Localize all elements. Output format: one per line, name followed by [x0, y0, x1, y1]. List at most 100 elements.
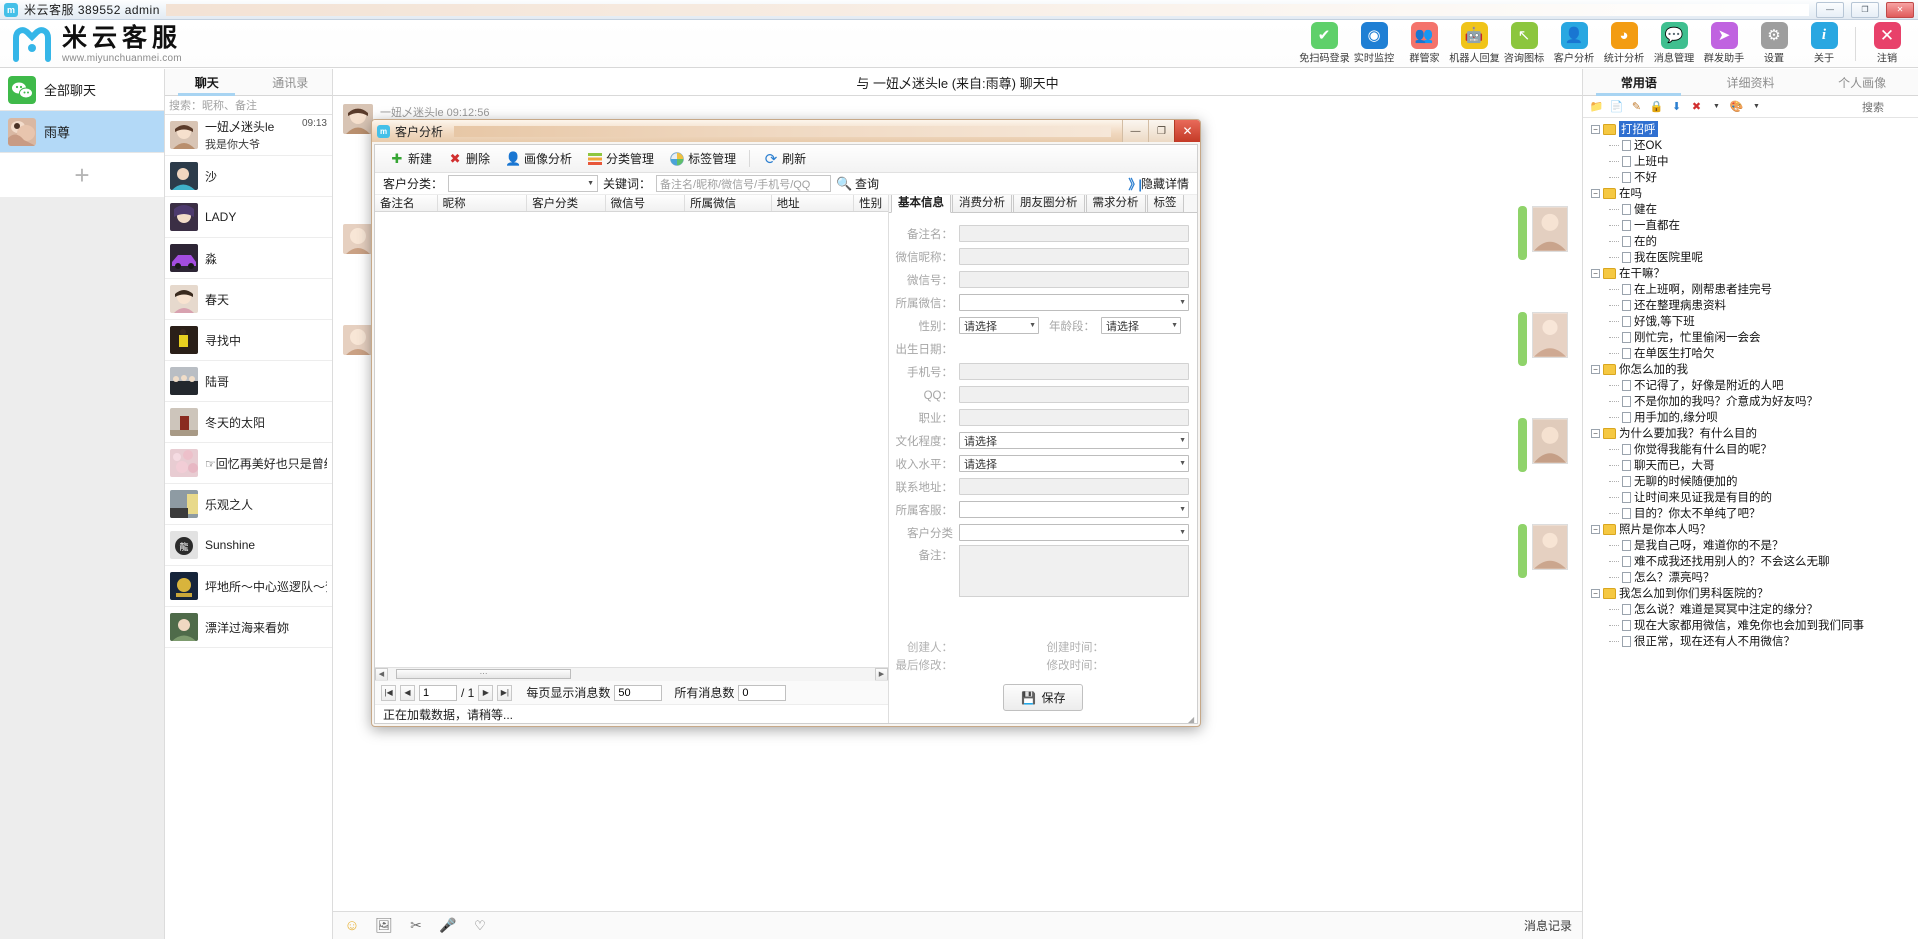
- column-header-address[interactable]: 地址: [772, 195, 855, 211]
- tree-item[interactable]: 还OK: [1609, 137, 1918, 153]
- column-header-nickname[interactable]: 昵称: [438, 195, 527, 211]
- quick-reply-search-label[interactable]: 搜索: [1862, 99, 1912, 115]
- age-range-select[interactable]: 请选择▼: [1101, 317, 1181, 334]
- list-item[interactable]: 寻找中: [165, 320, 332, 361]
- per-page-input[interactable]: 50: [614, 685, 662, 701]
- tree-group[interactable]: − 打招呼: [1591, 121, 1918, 137]
- birthdate-input[interactable]: [959, 340, 1189, 357]
- edit-pencil-icon[interactable]: ✎: [1629, 99, 1644, 114]
- toolbar-item-statistics[interactable]: ◕ 统计分析: [1599, 22, 1649, 66]
- tree-item[interactable]: 上班中: [1609, 153, 1918, 169]
- tree-group[interactable]: − 我怎么加到你们男科医院的？: [1591, 585, 1918, 601]
- add-doc-icon[interactable]: 📄: [1609, 99, 1624, 114]
- tab-demand-analysis[interactable]: 需求分析: [1086, 192, 1146, 212]
- tab-detail-info[interactable]: 详细资料: [1695, 69, 1807, 95]
- emoji-icon[interactable]: ☺: [343, 917, 361, 935]
- tree-item[interactable]: 在上班啊，刚帮患者挂完号: [1609, 281, 1918, 297]
- microphone-icon[interactable]: 🎤: [439, 917, 457, 935]
- education-select[interactable]: 请选择▼: [959, 432, 1189, 449]
- list-item[interactable]: 沙: [165, 156, 332, 197]
- tree-item[interactable]: 不记得了，好像是附近的人吧: [1609, 377, 1918, 393]
- scissors-icon[interactable]: ✂: [407, 917, 425, 935]
- contact-address-input[interactable]: [959, 478, 1189, 495]
- tree-item[interactable]: 用手加的,缘分呗: [1609, 409, 1918, 425]
- scroll-thumb[interactable]: ⋯: [396, 669, 571, 679]
- sidebar-item-account-yuzun[interactable]: 雨尊: [0, 111, 164, 153]
- scroll-track[interactable]: ⋯: [388, 668, 875, 681]
- chevron-down-icon[interactable]: ▼: [1709, 99, 1724, 114]
- message-image[interactable]: [1532, 524, 1568, 570]
- customer-category-select[interactable]: ▼: [959, 524, 1189, 541]
- tree-item[interactable]: 现在大家都用微信，难免你也会加到我们同事: [1609, 617, 1918, 633]
- tree-item[interactable]: 在单医生打哈欠: [1609, 345, 1918, 361]
- message-log-button[interactable]: 消息记录: [1524, 917, 1572, 934]
- column-header-owner-wechat[interactable]: 所属微信: [685, 195, 771, 211]
- tree-item[interactable]: 是我自己呀，难道你的不是？: [1609, 537, 1918, 553]
- dialog-title-bar[interactable]: m 客户分析 — ❐ ✕: [372, 120, 1200, 142]
- owner-service-select[interactable]: ▼: [959, 501, 1189, 518]
- quick-reply-tree[interactable]: − 打招呼 还OK 上班中 不好 − 在吗 健在 一直都在 在的 我在医院里呢 …: [1583, 118, 1918, 939]
- tree-group[interactable]: − 在吗: [1591, 185, 1918, 201]
- image-icon[interactable]: 🖼: [375, 917, 393, 935]
- tree-item[interactable]: 怎么？漂亮吗？: [1609, 569, 1918, 585]
- toolbar-item-settings[interactable]: ⚙ 设置: [1749, 22, 1799, 66]
- list-item[interactable]: 陆哥: [165, 361, 332, 402]
- move-down-icon[interactable]: ⬇: [1669, 99, 1684, 114]
- collapse-toggle-icon[interactable]: −: [1591, 365, 1600, 374]
- tab-personal-profile[interactable]: 个人画像: [1806, 69, 1918, 95]
- tree-group[interactable]: − 为什么要加我？有什么目的: [1591, 425, 1918, 441]
- income-select[interactable]: 请选择▼: [959, 455, 1189, 472]
- column-header-wechat-id[interactable]: 微信号: [606, 195, 686, 211]
- message-image[interactable]: [1532, 206, 1568, 252]
- new-button[interactable]: ✚ 新建: [383, 148, 438, 169]
- tree-item[interactable]: 刚忙完，忙里偷闲一会会: [1609, 329, 1918, 345]
- add-folder-icon[interactable]: 📁: [1589, 99, 1604, 114]
- grid-rows[interactable]: [375, 212, 888, 667]
- column-header-remark-name[interactable]: 备注名: [375, 195, 438, 211]
- toolbar-item-logout[interactable]: ✕ 注销: [1862, 22, 1912, 66]
- page-number-input[interactable]: 1: [419, 685, 457, 701]
- column-header-category[interactable]: 客户分类: [527, 195, 606, 211]
- list-item[interactable]: 龍 Sunshine: [165, 525, 332, 566]
- list-item[interactable]: 坪地所～中心巡逻队～贺某: [165, 566, 332, 607]
- tab-moments-analysis[interactable]: 朋友圈分析: [1013, 192, 1085, 212]
- collapse-toggle-icon[interactable]: −: [1591, 589, 1600, 598]
- dialog-resize-handle[interactable]: ◢: [1188, 715, 1197, 724]
- keyword-input[interactable]: 备注名/昵称/微信号/手机号/QQ: [656, 175, 831, 192]
- delete-x-icon[interactable]: ✖: [1689, 99, 1704, 114]
- tree-item[interactable]: 我在医院里呢: [1609, 249, 1918, 265]
- collapse-toggle-icon[interactable]: −: [1591, 189, 1600, 198]
- column-header-gender[interactable]: 性别: [854, 195, 888, 211]
- window-maximize-button[interactable]: ❐: [1851, 2, 1879, 18]
- collapse-toggle-icon[interactable]: −: [1591, 525, 1600, 534]
- toolbar-item-mass-send[interactable]: ➤ 群发助手: [1699, 22, 1749, 66]
- toolbar-item-customer-analysis[interactable]: 👤 客户分析: [1549, 22, 1599, 66]
- tab-consumption-analysis[interactable]: 消费分析: [952, 192, 1012, 212]
- list-item[interactable]: 一妞乄迷头le 我是你大爷 09:13: [165, 115, 332, 156]
- collapse-toggle-icon[interactable]: −: [1591, 269, 1600, 278]
- first-page-button[interactable]: |◀: [381, 685, 396, 701]
- scroll-right-button[interactable]: ▶: [875, 668, 888, 681]
- tree-item[interactable]: 很正常，现在还有人不用微信？: [1609, 633, 1918, 649]
- occupation-input[interactable]: [959, 409, 1189, 426]
- tree-item[interactable]: 目的？你太不单纯了吧？: [1609, 505, 1918, 521]
- delete-button[interactable]: ✖ 删除: [441, 148, 496, 169]
- wechat-id-input[interactable]: [959, 271, 1189, 288]
- add-account-button[interactable]: +: [0, 153, 164, 197]
- list-item[interactable]: 淼: [165, 238, 332, 279]
- list-item[interactable]: 乐观之人: [165, 484, 332, 525]
- window-close-button[interactable]: ✕: [1886, 2, 1914, 18]
- next-page-button[interactable]: ▶: [478, 685, 493, 701]
- remark-name-input[interactable]: [959, 225, 1189, 242]
- tab-addressbook[interactable]: 通讯录: [249, 69, 333, 95]
- dialog-minimize-button[interactable]: —: [1122, 120, 1148, 142]
- category-manage-button[interactable]: 分类管理: [581, 148, 660, 169]
- dialog-maximize-button[interactable]: ❐: [1148, 120, 1174, 142]
- tab-tags[interactable]: 标签: [1147, 192, 1184, 212]
- query-button[interactable]: 🔍 查询: [836, 175, 879, 192]
- tree-group[interactable]: − 你怎么加的我: [1591, 361, 1918, 377]
- tree-item[interactable]: 无聊的时候随便加的: [1609, 473, 1918, 489]
- tab-chat[interactable]: 聊天: [165, 69, 249, 95]
- save-button[interactable]: 💾 保存: [1003, 684, 1082, 711]
- tree-item[interactable]: 聊天而已，大哥: [1609, 457, 1918, 473]
